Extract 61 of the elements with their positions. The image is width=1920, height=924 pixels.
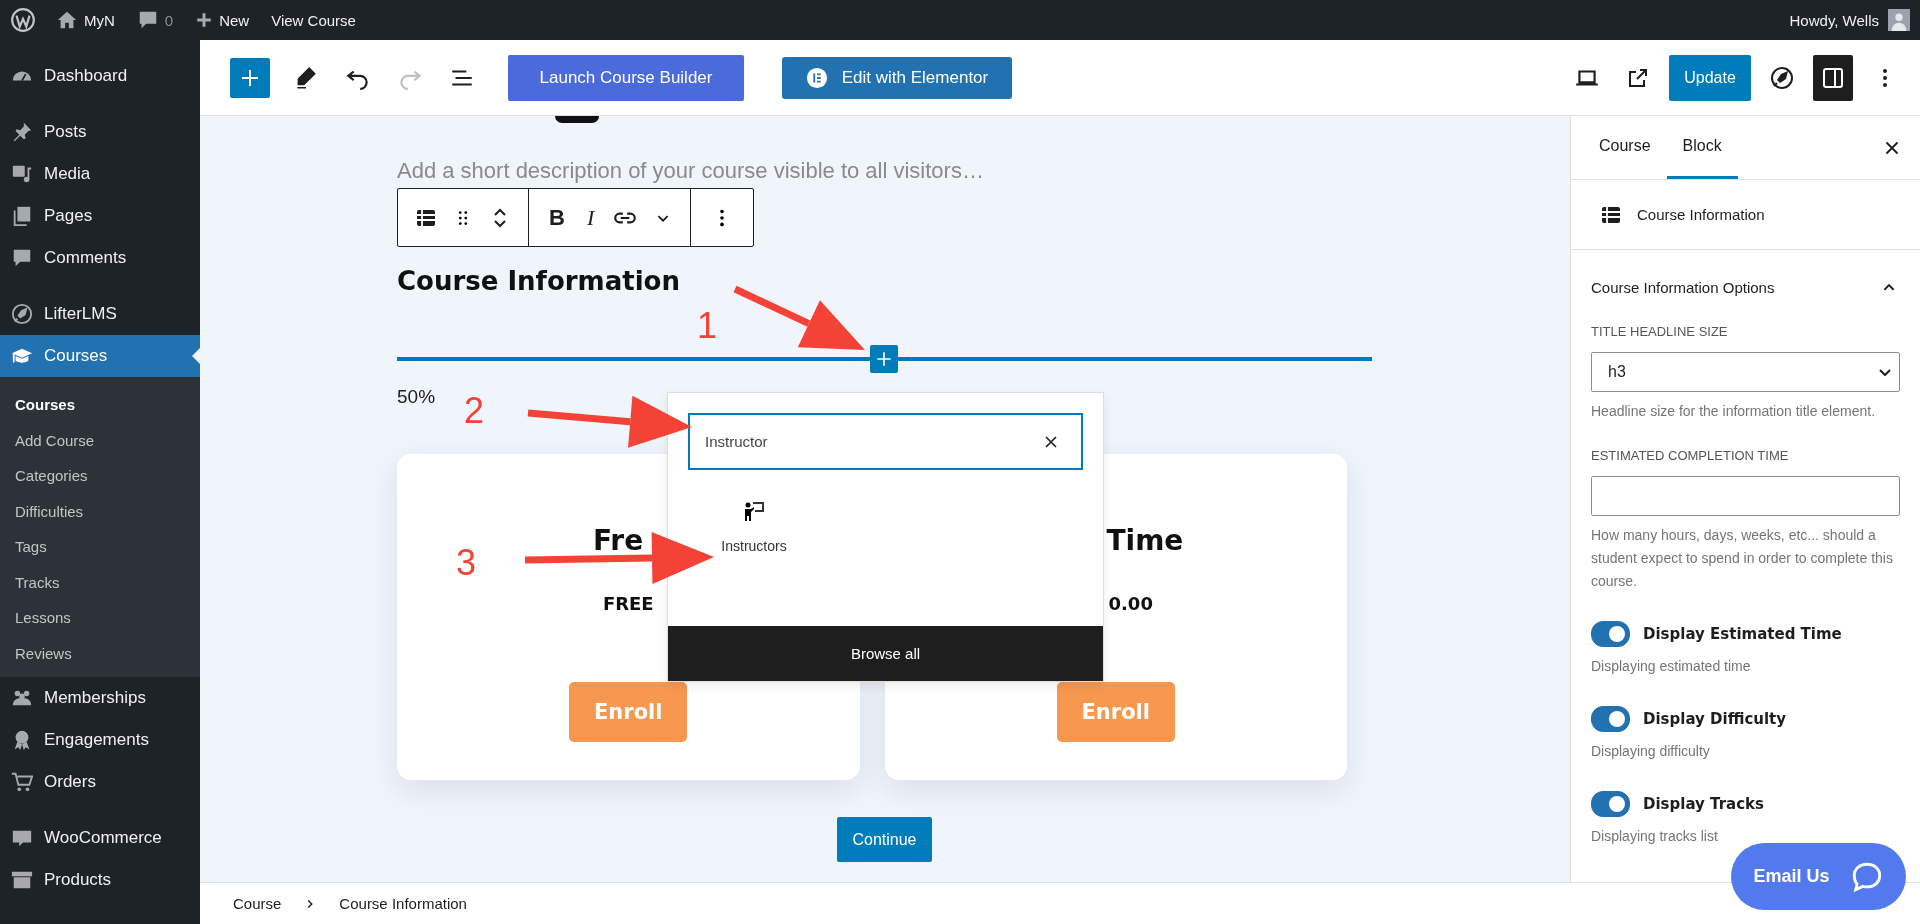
sidebar-item[interactable]: Pages — [0, 195, 200, 237]
sidebar-item[interactable]: LifterLMS — [0, 293, 200, 335]
plan-price: 0.00 — [1107, 592, 1153, 616]
block-result-item[interactable]: Instructors — [693, 494, 815, 560]
sidebar-item[interactable]: Comments — [0, 237, 200, 279]
continue-button[interactable]: Continue — [837, 817, 932, 862]
comment-count[interactable]: 0 — [164, 11, 174, 29]
section-title[interactable]: Course Information Options — [1591, 278, 1775, 296]
user-greeting[interactable]: Howdy, Wells — [1789, 11, 1879, 29]
block-title: Course Information — [1637, 206, 1765, 223]
help-text: Displaying tracks list — [1591, 827, 1719, 846]
search-field[interactable]: Instructor — [688, 413, 1083, 470]
toggle-label: Display Tracks — [1643, 795, 1764, 813]
annotation-number: 3 — [456, 542, 476, 583]
plan-price: FREE — [602, 592, 654, 616]
plan-title: Time — [1105, 527, 1184, 555]
annotation-number: 1 — [697, 305, 717, 346]
submenu-item[interactable]: Reviews — [0, 635, 200, 671]
sidebar-item[interactable]: Courses — [0, 335, 200, 377]
submenu-item[interactable]: Courses — [0, 387, 200, 423]
panel-tab[interactable]: Course — [1583, 116, 1667, 179]
admin-bar-link[interactable]: MyN — [84, 11, 115, 29]
submenu-item[interactable]: Categories — [0, 458, 200, 494]
sidebar-item[interactable]: Memberships — [0, 677, 200, 719]
submenu-item[interactable]: Lessons — [0, 600, 200, 636]
sidebar-item[interactable]: Posts — [0, 111, 200, 153]
email-us-button[interactable]: Email Us — [1731, 843, 1906, 910]
breadcrumb-link[interactable]: Course — [233, 895, 282, 912]
help-text: Displaying difficulty — [1591, 742, 1711, 761]
help-text: Displaying estimated time — [1591, 657, 1752, 676]
submenu-item[interactable]: Difficulties — [0, 493, 200, 529]
sidebar-item[interactable]: WooCommerce — [0, 817, 200, 859]
progress-text: 50% — [397, 385, 437, 409]
sidebar-item[interactable]: Products — [0, 859, 200, 901]
admin-bar-link[interactable]: View Course — [271, 11, 356, 29]
headline-size-select[interactable]: h3 — [1591, 352, 1900, 392]
field-label: TITLE HEADLINE SIZE — [1591, 323, 1729, 341]
sidebar-item[interactable]: Dashboard — [0, 55, 200, 97]
help-text: How many hours, days, weeks, etc... should a student expect to spend in order to complete this course. — [1591, 526, 1894, 591]
italic-button[interactable]: I — [582, 204, 599, 231]
submenu-item[interactable]: Add Course — [0, 422, 200, 458]
field-label: ESTIMATED COMPLETION TIME — [1591, 447, 1790, 465]
block-heading[interactable]: Course Information — [397, 263, 1372, 299]
elementor-button[interactable]: Edit with Elementor — [782, 56, 1012, 99]
admin-bar-link[interactable]: New — [219, 11, 250, 29]
update-button[interactable]: Update — [1669, 54, 1751, 101]
panel-tab[interactable]: Block — [1666, 116, 1738, 179]
bold-button[interactable]: B — [545, 204, 569, 231]
sidebar-item[interactable]: Engagements — [0, 719, 200, 761]
launch-builder-button[interactable]: Launch Course Builder — [508, 54, 744, 101]
annotation-number: 2 — [464, 390, 484, 431]
submenu-item[interactable]: Tracks — [0, 564, 200, 600]
toggle-label: Display Estimated Time — [1643, 625, 1842, 643]
sidebar-item[interactable]: Media — [0, 153, 200, 195]
submenu-item[interactable]: Tags — [0, 529, 200, 565]
help-text: Headline size for the information title element. — [1591, 402, 1877, 421]
plan-title: Fre — [592, 527, 644, 555]
breadcrumb-link[interactable]: Course Information — [339, 895, 467, 912]
toggle-label: Display Difficulty — [1643, 710, 1787, 728]
sidebar-item[interactable]: Orders — [0, 761, 200, 803]
browse-all-button[interactable]: Browse all — [668, 626, 1103, 681]
